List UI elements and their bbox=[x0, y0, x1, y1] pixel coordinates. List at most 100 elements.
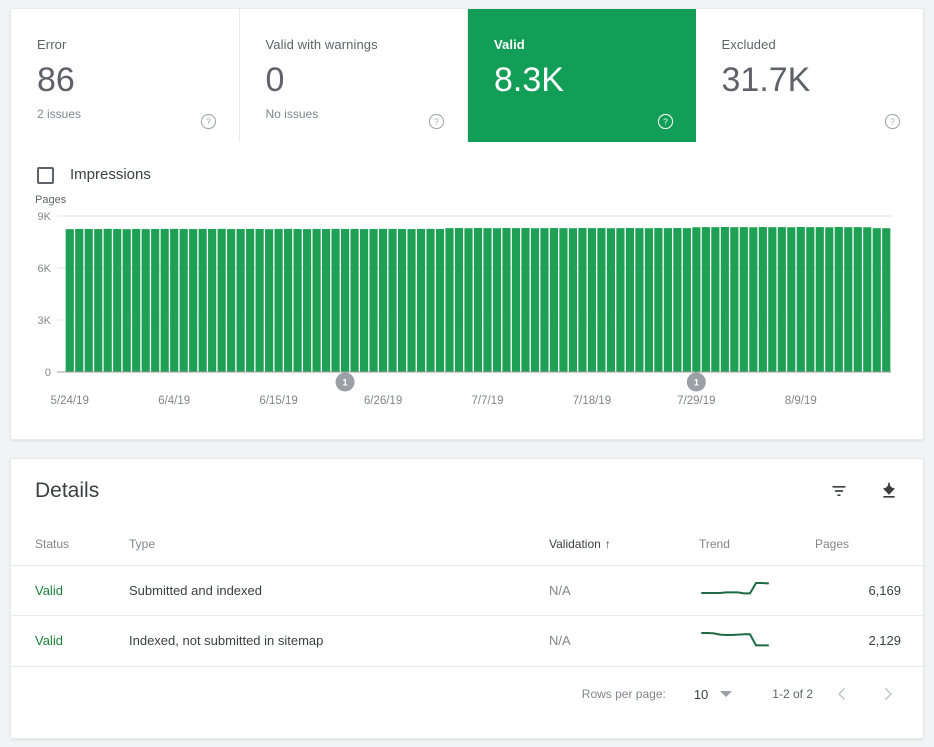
chart-bar[interactable] bbox=[768, 227, 776, 372]
chart-bar[interactable] bbox=[588, 228, 596, 372]
rows-per-page-value[interactable]: 10 bbox=[694, 687, 708, 702]
status-card-error[interactable]: Error 86 2 issues ? bbox=[11, 9, 240, 142]
impressions-toggle-row[interactable]: Impressions bbox=[11, 142, 923, 190]
chart-bar[interactable] bbox=[806, 227, 814, 372]
chart-bar[interactable] bbox=[502, 228, 510, 372]
chart-bar[interactable] bbox=[294, 229, 302, 372]
chart-bar[interactable] bbox=[569, 228, 577, 372]
status-card-valid[interactable]: Valid 8.3K ? bbox=[468, 9, 696, 142]
chart-bar[interactable] bbox=[692, 227, 700, 372]
chart-bar[interactable] bbox=[483, 228, 491, 372]
status-card-valid-with-warnings[interactable]: Valid with warnings 0 No issues ? bbox=[240, 9, 469, 142]
chart-bar[interactable] bbox=[170, 229, 178, 372]
chart-bar[interactable] bbox=[645, 228, 653, 372]
chart-bar[interactable] bbox=[654, 228, 662, 372]
chart-bar[interactable] bbox=[711, 227, 719, 372]
help-circle-icon[interactable]: ? bbox=[884, 113, 901, 130]
filter-icon[interactable] bbox=[827, 479, 851, 503]
chart-bar[interactable] bbox=[464, 228, 472, 372]
chart-bar[interactable] bbox=[94, 229, 102, 372]
chart-bar[interactable] bbox=[123, 229, 131, 372]
column-header-pages[interactable]: Pages bbox=[815, 523, 925, 566]
chart-bar[interactable] bbox=[407, 229, 415, 372]
chart-bar[interactable] bbox=[284, 229, 292, 372]
chart-bar[interactable] bbox=[882, 228, 890, 372]
chart-bar[interactable] bbox=[474, 228, 482, 372]
chart-bar[interactable] bbox=[180, 229, 188, 372]
chart-bar[interactable] bbox=[417, 229, 425, 372]
chart-bar[interactable] bbox=[445, 228, 453, 372]
chart-bar[interactable] bbox=[787, 227, 795, 372]
chart-bar[interactable] bbox=[104, 229, 112, 372]
chart-bar[interactable] bbox=[797, 227, 805, 372]
chevron-right-icon[interactable] bbox=[871, 677, 905, 711]
chart-bar[interactable] bbox=[873, 228, 881, 372]
chart-bar[interactable] bbox=[265, 229, 273, 372]
chart-bar[interactable] bbox=[189, 229, 197, 372]
chart-bar[interactable] bbox=[332, 229, 340, 372]
chart-bar[interactable] bbox=[379, 229, 387, 372]
chart-bar[interactable] bbox=[360, 229, 368, 372]
chart-bar[interactable] bbox=[161, 229, 169, 372]
chart-bar[interactable] bbox=[844, 227, 852, 372]
chart-bar[interactable] bbox=[597, 228, 605, 372]
chart-bar[interactable] bbox=[559, 228, 567, 372]
chart-bar[interactable] bbox=[721, 227, 729, 372]
chart-bar[interactable] bbox=[256, 229, 264, 372]
chart-annotation-marker[interactable]: 1 bbox=[687, 373, 706, 392]
chart-bar[interactable] bbox=[626, 228, 634, 372]
column-header-status[interactable]: Status bbox=[11, 523, 129, 566]
table-row[interactable]: Valid Indexed, not submitted in sitemap … bbox=[11, 616, 925, 666]
chart-bar[interactable] bbox=[607, 228, 615, 372]
chart-bar[interactable] bbox=[683, 228, 691, 372]
chart-bar[interactable] bbox=[341, 229, 349, 372]
chart-bar[interactable] bbox=[616, 228, 624, 372]
chart-bar[interactable] bbox=[673, 228, 681, 372]
chart-bar[interactable] bbox=[113, 229, 121, 372]
chart-annotation-marker[interactable]: 1 bbox=[336, 373, 355, 392]
chart-bar[interactable] bbox=[369, 229, 377, 372]
chevron-down-icon[interactable] bbox=[720, 691, 732, 697]
chart-bar[interactable] bbox=[702, 227, 710, 372]
table-row[interactable]: Valid Submitted and indexed N/A 6,169 bbox=[11, 566, 925, 616]
chart-bar[interactable] bbox=[740, 227, 748, 372]
chart-bar[interactable] bbox=[142, 229, 150, 372]
help-circle-icon[interactable]: ? bbox=[657, 113, 674, 130]
chart-bar[interactable] bbox=[75, 229, 83, 372]
chart-bar[interactable] bbox=[540, 228, 548, 372]
chart-bar[interactable] bbox=[85, 229, 93, 372]
chart-bar[interactable] bbox=[350, 229, 358, 372]
chart-bar[interactable] bbox=[151, 229, 159, 372]
help-circle-icon[interactable]: ? bbox=[200, 113, 217, 130]
column-header-type[interactable]: Type bbox=[129, 523, 549, 566]
chart-bar[interactable] bbox=[825, 227, 833, 372]
chart-bar[interactable] bbox=[199, 229, 207, 372]
help-circle-icon[interactable]: ? bbox=[428, 113, 445, 130]
chart-bar[interactable] bbox=[730, 227, 738, 372]
chart-bar[interactable] bbox=[388, 229, 396, 372]
chart-bar[interactable] bbox=[246, 229, 254, 372]
chart-bar[interactable] bbox=[313, 229, 321, 372]
chevron-left-icon[interactable] bbox=[825, 677, 859, 711]
chart-bar[interactable] bbox=[863, 227, 871, 372]
chart-bar[interactable] bbox=[854, 227, 862, 372]
chart-bar[interactable] bbox=[816, 227, 824, 372]
chart-bar[interactable] bbox=[635, 228, 643, 372]
chart-bar[interactable] bbox=[275, 229, 283, 372]
column-header-trend[interactable]: Trend bbox=[699, 523, 815, 566]
chart-bar[interactable] bbox=[66, 229, 74, 372]
chart-bar[interactable] bbox=[749, 227, 757, 372]
chart-bar[interactable] bbox=[436, 229, 444, 372]
chart-bar[interactable] bbox=[550, 228, 558, 372]
chart-bar[interactable] bbox=[208, 229, 216, 372]
chart-bar[interactable] bbox=[398, 229, 406, 372]
chart-bar[interactable] bbox=[426, 229, 434, 372]
chart-bar[interactable] bbox=[578, 228, 586, 372]
download-icon[interactable] bbox=[877, 479, 901, 503]
chart-bar[interactable] bbox=[521, 228, 529, 372]
chart-bar[interactable] bbox=[512, 228, 520, 372]
chart-bar[interactable] bbox=[132, 229, 140, 372]
chart-bar[interactable] bbox=[322, 229, 330, 372]
chart-bar[interactable] bbox=[493, 228, 501, 372]
chart-bar[interactable] bbox=[664, 228, 672, 372]
